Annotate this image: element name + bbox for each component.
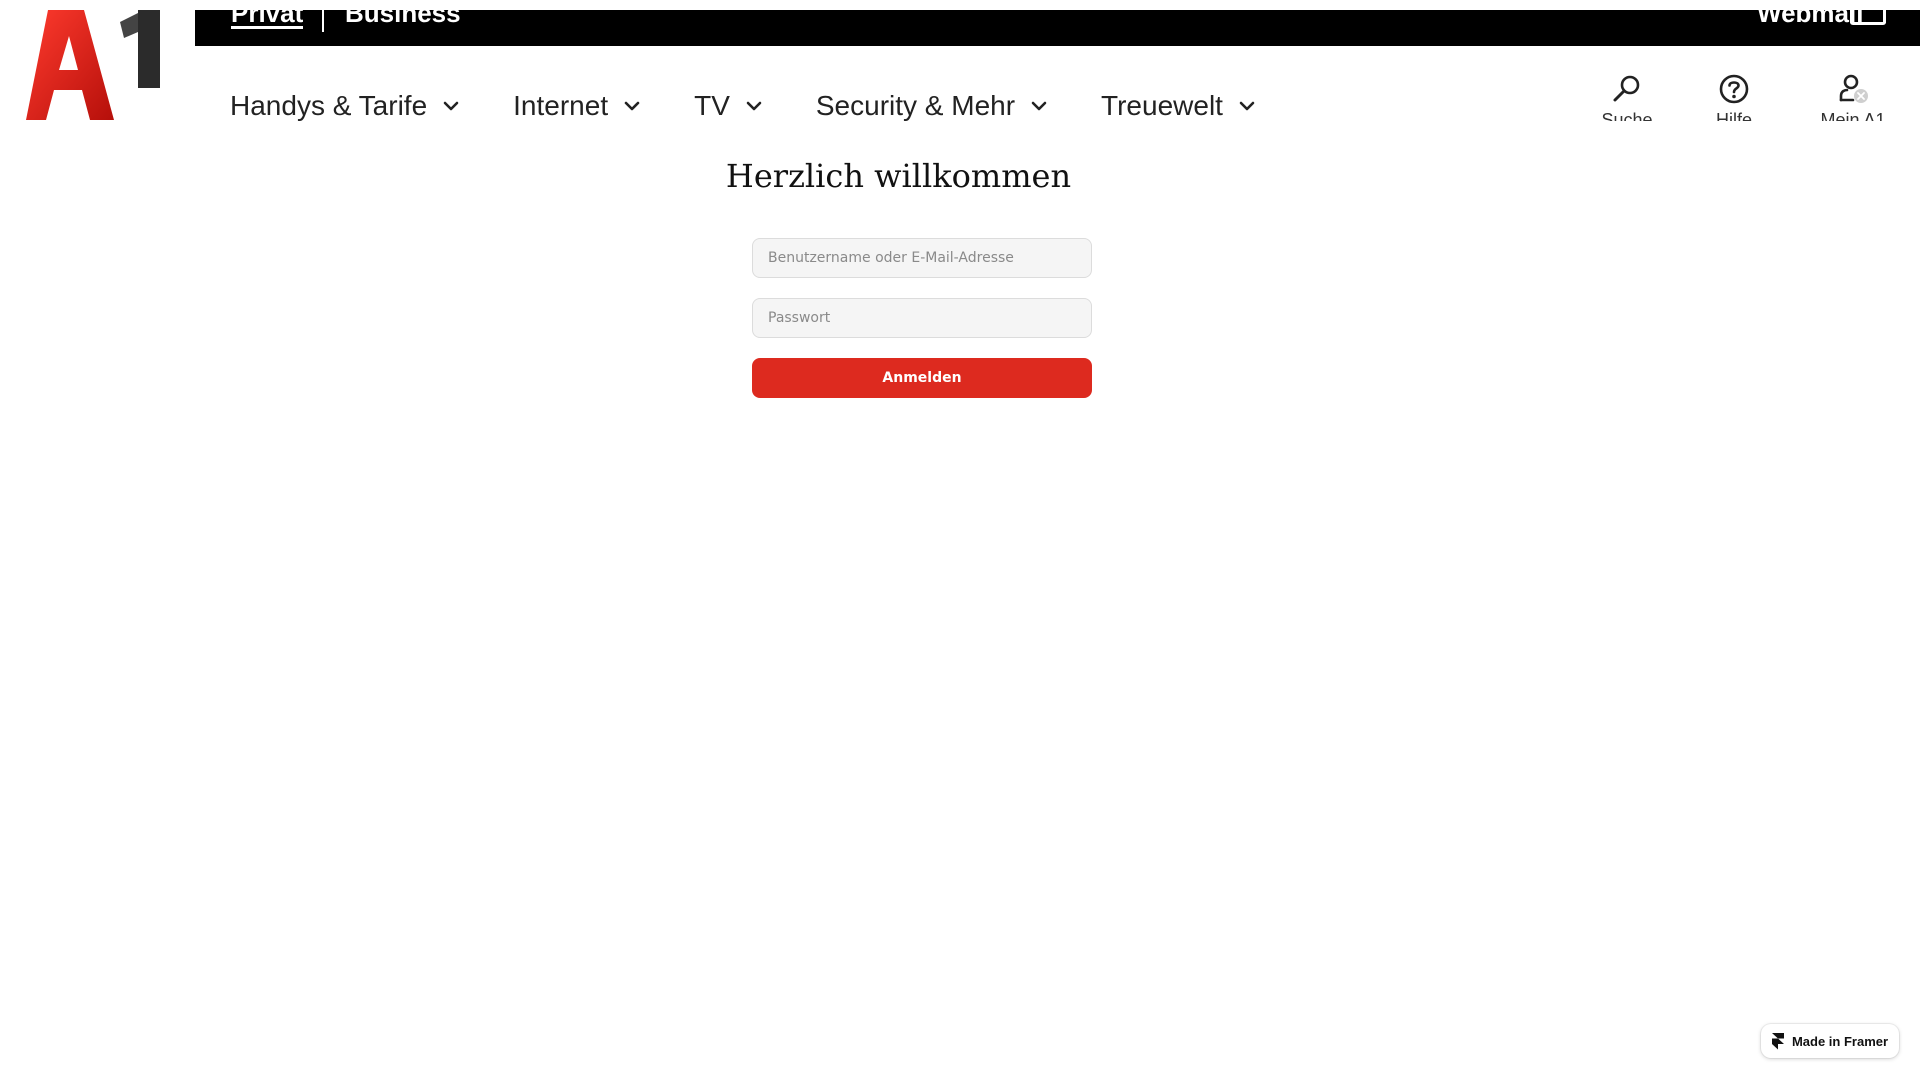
username-input[interactable]: [752, 238, 1092, 278]
chevron-down-icon: [746, 101, 762, 111]
webmail-link[interactable]: Webmail: [1757, 10, 1863, 29]
help-button[interactable]: Hilfe: [1699, 72, 1769, 121]
nav-item-label: Internet: [513, 90, 609, 121]
account-label: Mein A1: [1820, 110, 1886, 121]
nav-item-handys-tarife[interactable]: Handys & Tarife: [230, 84, 461, 121]
search-icon: [1613, 75, 1640, 102]
password-input[interactable]: [752, 298, 1092, 338]
user-icon: [1839, 74, 1868, 103]
nav-item-security-mehr[interactable]: Security & Mehr: [816, 84, 1049, 121]
help-label: Hilfe: [1715, 110, 1752, 121]
mail-icon[interactable]: [1850, 10, 1886, 25]
framer-icon: [1771, 1032, 1784, 1049]
login-button[interactable]: Anmelden: [752, 358, 1092, 398]
a1-logo[interactable]: [26, 10, 164, 120]
nav-item-label: Handys & Tarife: [230, 90, 428, 121]
badge-label: Made in Framer: [1791, 1033, 1889, 1049]
nav-item-label: Security & Mehr: [815, 90, 1016, 121]
chevron-down-icon: [1239, 101, 1255, 111]
page-title: Herzlich willkommen: [725, 157, 1072, 195]
chevron-down-icon: [1031, 101, 1047, 111]
chevron-down-icon: [624, 101, 640, 111]
nav-item-internet[interactable]: Internet: [513, 84, 642, 121]
segment-divider: [322, 10, 324, 32]
help-icon: [1719, 74, 1749, 104]
nav-item-label: TV: [694, 90, 730, 121]
segment-business[interactable]: Business: [345, 10, 461, 29]
account-button[interactable]: Mein A1: [1808, 72, 1898, 121]
search-label: Suche: [1601, 110, 1653, 121]
nav-item-treuewelt[interactable]: Treuewelt: [1101, 84, 1257, 121]
segment-active-underline: [231, 26, 303, 29]
main-navigation: Handys & Tarife Internet TV Security & M…: [230, 84, 1309, 121]
made-in-framer-badge[interactable]: Made in Framer: [1761, 1024, 1899, 1058]
segment-topbar: Privat Business Webmail: [195, 10, 1920, 46]
site-header: Privat Business Webmail Handys & Tarife …: [0, 0, 1920, 121]
chevron-down-icon: [443, 101, 459, 111]
nav-item-label: Treuewelt: [1101, 90, 1223, 121]
search-button[interactable]: Suche: [1592, 72, 1662, 121]
nav-item-tv[interactable]: TV: [694, 84, 764, 121]
